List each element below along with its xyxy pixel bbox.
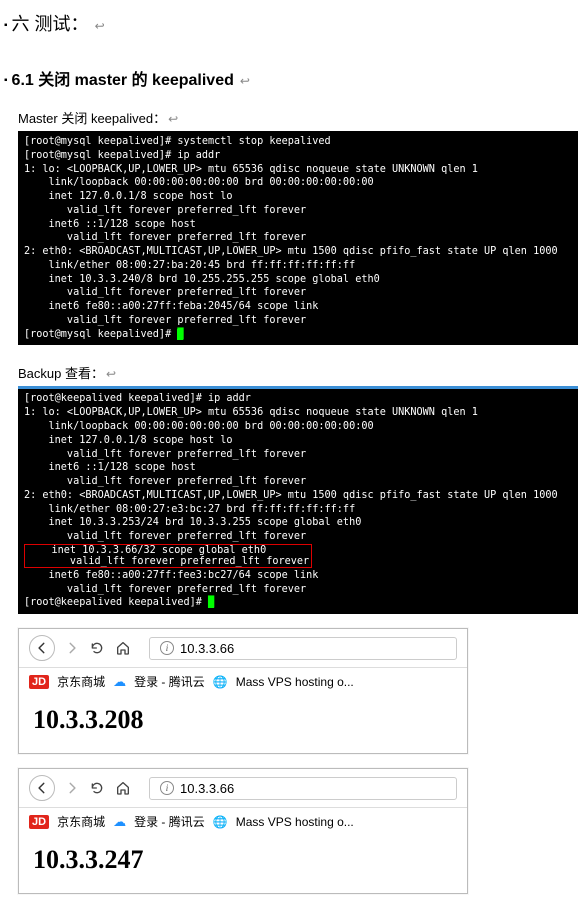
home-icon [115, 640, 131, 656]
home-button[interactable] [115, 640, 131, 656]
browser-page-body: 10.3.3.247 [19, 835, 467, 893]
bullet-icon: ▪ [4, 75, 8, 86]
forward-arrow-icon [65, 781, 79, 795]
back-button[interactable] [29, 775, 55, 801]
bookmarks-bar: JD 京东商城 ☁ 登录 - 腾讯云 🌐 Mass VPS hosting o.… [19, 668, 467, 695]
reload-button[interactable] [89, 640, 105, 656]
cloud-icon: ☁ [113, 674, 126, 690]
address-bar[interactable]: i 10.3.3.66 [149, 637, 457, 660]
home-button[interactable] [115, 780, 131, 796]
master-terminal: [root@mysql keepalived]# systemctl stop … [18, 131, 578, 345]
nav-buttons [29, 775, 131, 801]
browser-toolbar: i 10.3.3.66 [19, 769, 467, 808]
globe-icon: 🌐 [213, 675, 228, 689]
reload-icon [89, 640, 105, 656]
back-arrow-icon [35, 641, 49, 655]
cloud-icon: ☁ [113, 814, 126, 830]
back-arrow-icon [35, 781, 49, 795]
forward-arrow-icon [65, 641, 79, 655]
reload-icon [89, 780, 105, 796]
heading-6-1: 6.1 关闭 master 的 keepalived [12, 66, 234, 90]
bookmark-massvps[interactable]: Mass VPS hosting o... [236, 675, 354, 689]
page-ip-heading: 10.3.3.247 [33, 845, 453, 875]
bookmarks-bar: JD 京东商城 ☁ 登录 - 腾讯云 🌐 Mass VPS hosting o.… [19, 808, 467, 835]
return-mark: ↩ [240, 74, 250, 88]
browser-window-1: i 10.3.3.66 JD 京东商城 ☁ 登录 - 腾讯云 🌐 Mass VP… [18, 628, 468, 754]
backup-caption: Backup 查看： [18, 366, 104, 381]
reload-button[interactable] [89, 780, 105, 796]
back-button[interactable] [29, 635, 55, 661]
bookmark-massvps[interactable]: Mass VPS hosting o... [236, 815, 354, 829]
jd-badge-icon: JD [29, 675, 49, 689]
browser-toolbar: i 10.3.3.66 [19, 629, 467, 668]
return-mark: ↩ [106, 367, 116, 381]
nav-buttons [29, 635, 131, 661]
forward-button[interactable] [65, 781, 79, 795]
bookmark-qcloud[interactable]: 登录 - 腾讯云 [134, 813, 205, 830]
url-text: 10.3.3.66 [180, 641, 234, 656]
master-caption-row: Master 关闭 keepalived：↩ [18, 108, 575, 127]
address-bar[interactable]: i 10.3.3.66 [149, 777, 457, 800]
return-mark: ↩ [95, 19, 105, 33]
backup-caption-row: Backup 查看：↩ [18, 363, 575, 382]
site-info-icon[interactable]: i [160, 641, 174, 655]
return-mark: ↩ [168, 112, 178, 126]
master-caption: Master 关闭 keepalived： [18, 111, 166, 126]
home-icon [115, 780, 131, 796]
browser-window-2: i 10.3.3.66 JD 京东商城 ☁ 登录 - 腾讯云 🌐 Mass VP… [18, 768, 468, 894]
page-ip-heading: 10.3.3.208 [33, 705, 453, 735]
forward-button[interactable] [65, 641, 79, 655]
url-text: 10.3.3.66 [180, 781, 234, 796]
bookmark-jd[interactable]: 京东商城 [57, 813, 105, 830]
bullet-icon: ▪ [4, 20, 8, 31]
heading-6-1-row: ▪ 6.1 关闭 master 的 keepalived ↩ [0, 66, 575, 90]
browser-page-body: 10.3.3.208 [19, 695, 467, 753]
site-info-icon[interactable]: i [160, 781, 174, 795]
heading-six-tests: 六 测试： [12, 10, 89, 36]
globe-icon: 🌐 [213, 815, 228, 829]
bookmark-qcloud[interactable]: 登录 - 腾讯云 [134, 673, 205, 690]
bookmark-jd[interactable]: 京东商城 [57, 673, 105, 690]
jd-badge-icon: JD [29, 815, 49, 829]
heading-level-1-row: ▪ 六 测试： ↩ [0, 10, 575, 36]
backup-terminal: [root@keepalived keepalived]# ip addr 1:… [18, 386, 578, 614]
